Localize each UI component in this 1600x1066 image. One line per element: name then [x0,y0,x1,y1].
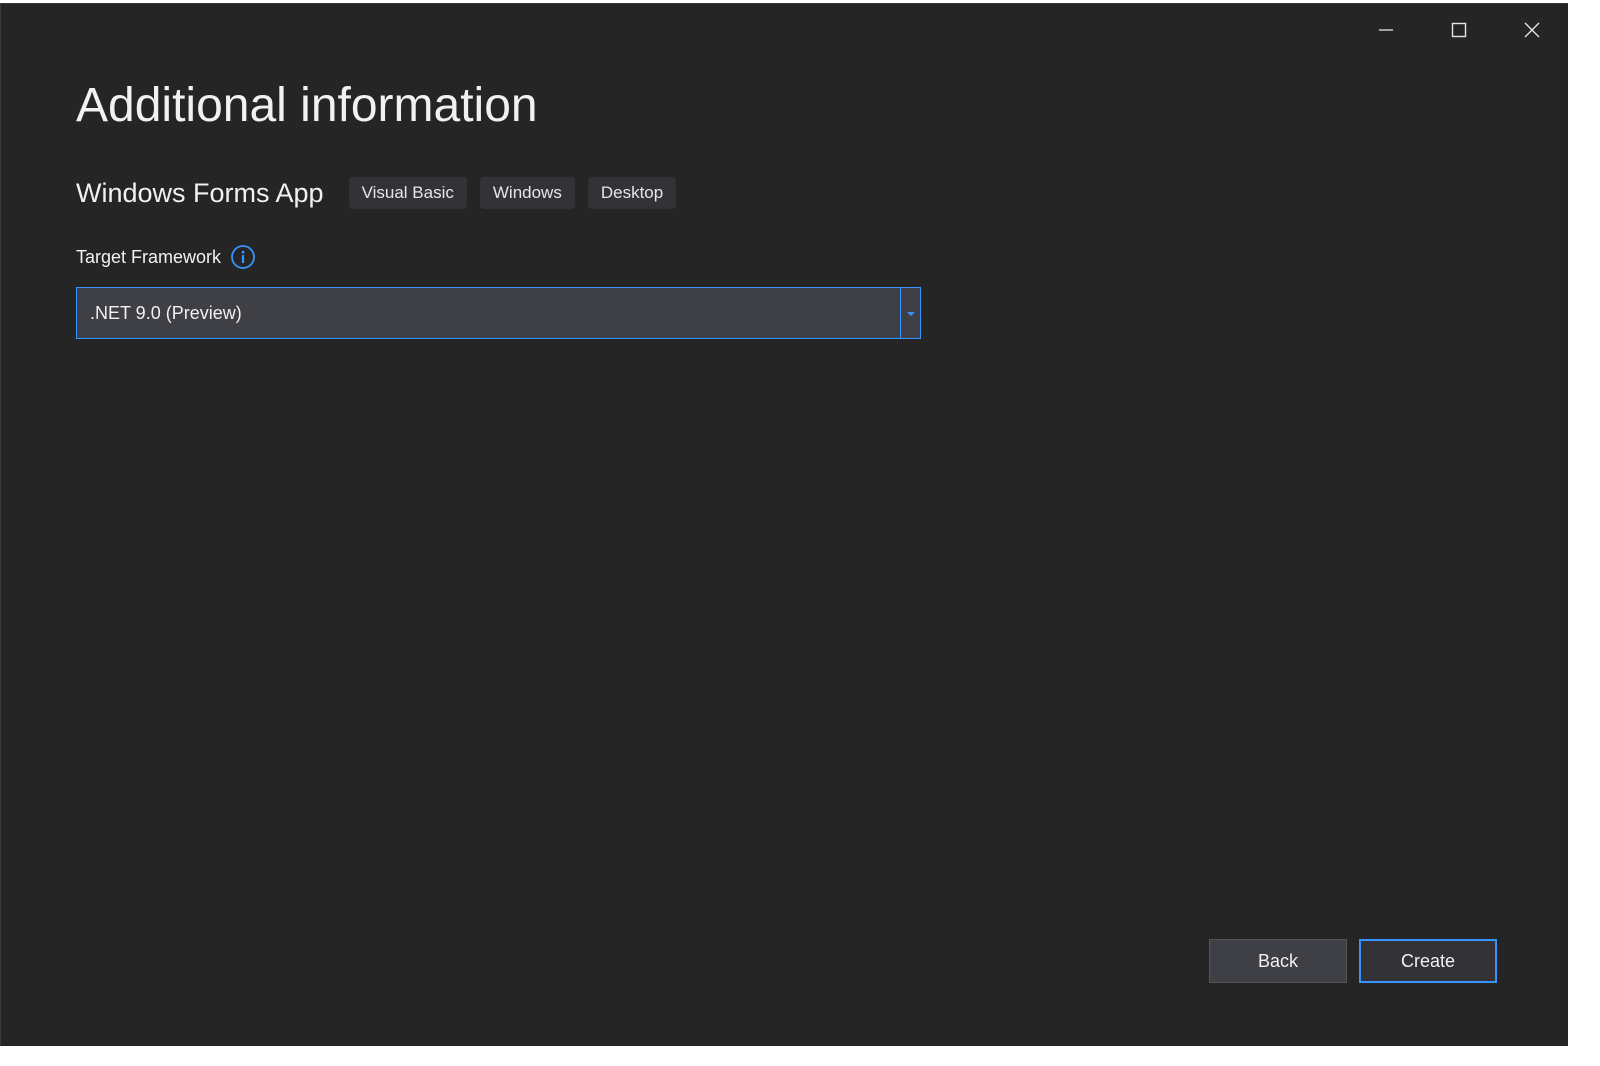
page-title: Additional information [76,79,538,132]
tag-project-type: Desktop [587,177,677,209]
minimize-icon [1378,22,1394,38]
chevron-down-icon [906,304,916,322]
tag-language: Visual Basic [348,177,467,209]
dialog-window: Additional information Windows Forms App… [0,3,1568,1046]
target-framework-label-row: Target Framework [76,243,256,271]
dropdown-arrow[interactable] [900,288,920,338]
tag-platform: Windows [479,177,575,209]
back-button[interactable]: Back [1209,939,1347,983]
target-framework-selected: .NET 9.0 (Preview) [90,302,242,323]
maximize-button[interactable] [1422,4,1495,56]
close-button[interactable] [1495,4,1568,56]
minimize-button[interactable] [1349,4,1422,56]
maximize-icon [1451,22,1467,38]
target-framework-dropdown[interactable]: .NET 9.0 (Preview) [76,287,921,339]
info-icon[interactable] [230,244,256,270]
template-summary: Windows Forms App Visual Basic Windows D… [76,176,689,210]
create-button[interactable]: Create [1359,939,1497,983]
window-caption-buttons [1349,4,1568,56]
target-framework-label: Target Framework [76,246,222,267]
template-name: Windows Forms App [76,177,324,208]
close-icon [1524,22,1540,38]
